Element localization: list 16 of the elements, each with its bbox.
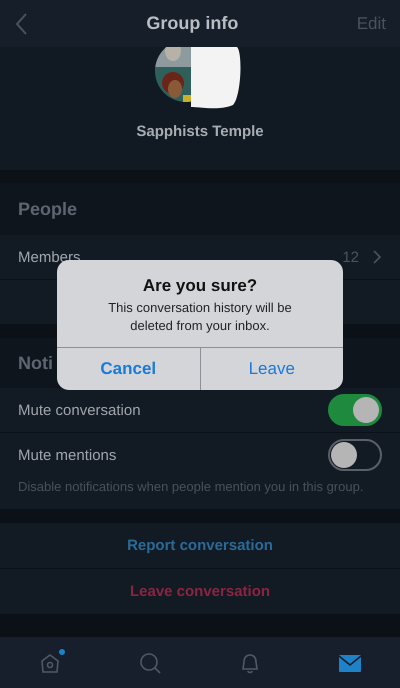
report-button[interactable]: Report conversation (0, 523, 400, 569)
leave-button[interactable]: Leave conversation (0, 569, 400, 615)
screen-title: Group info (146, 13, 238, 34)
group-name: Sapphists Temple (136, 123, 264, 140)
toggle-label: Mute mentions (18, 446, 116, 464)
dialog-button[interactable]: Leave (200, 348, 343, 390)
member-count: 12 (342, 248, 359, 266)
toggle-switch[interactable] (328, 439, 382, 471)
chevron-icon (373, 250, 382, 264)
section-header: Noti (18, 352, 53, 374)
back-icon[interactable] (14, 12, 28, 36)
toggle-switch[interactable] (328, 394, 382, 426)
section-header: People (18, 198, 78, 220)
dialog-button[interactable]: Cancel (57, 348, 200, 390)
toggle-label: Mute conversation (18, 402, 141, 418)
dialog-message: This conversation history will be deleted from your inbox. (107, 299, 293, 335)
